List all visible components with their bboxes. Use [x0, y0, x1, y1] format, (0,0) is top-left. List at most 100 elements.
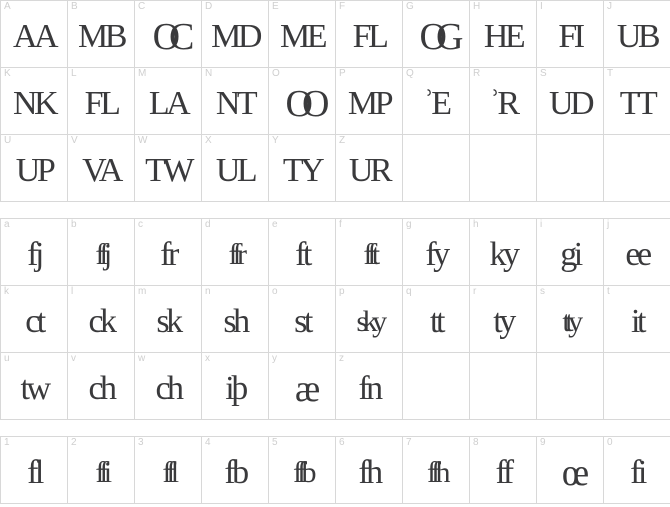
cell-glyph: iþ [225, 370, 248, 407]
glyph-cell[interactable]: R ʾR [470, 68, 537, 135]
glyph-cell[interactable]: K NK [1, 68, 68, 135]
glyph-cell[interactable]: Q ʾE [403, 68, 470, 135]
glyph-cell[interactable]: W TW [135, 135, 202, 202]
cell-glyph: HE [483, 18, 526, 55]
glyph-cell[interactable]: Z UR [336, 135, 403, 202]
glyph-cell[interactable]: A AA [1, 1, 68, 68]
glyph-cell[interactable]: P MP [336, 68, 403, 135]
cell-glyph: œ [561, 452, 589, 494]
glyph-cell[interactable]: I FI [537, 1, 604, 68]
glyph-cell-empty [470, 135, 537, 202]
glyph-cell[interactable]: B MB [68, 1, 135, 68]
glyph-cell[interactable]: c fr [135, 219, 202, 286]
glyph-cell[interactable]: h ky [470, 219, 537, 286]
glyph-cell[interactable]: p sky [336, 286, 403, 353]
cell-glyph [403, 353, 469, 419]
cell-glyph: ty [493, 303, 516, 340]
cell-glyph: fh [358, 454, 383, 491]
glyph-cell[interactable]: u tw [1, 353, 68, 420]
glyph-cell[interactable]: g fy [403, 219, 470, 286]
glyph-cell[interactable]: 3 ffl [135, 437, 202, 504]
glyph-grid-lowercase: a fj b ffj c fr d ffr e ft f fft g fy h ky i gi j ee k ct l ck m… [0, 218, 670, 420]
glyph-cell[interactable]: b ffj [68, 219, 135, 286]
glyph-cell[interactable]: U UP [1, 135, 68, 202]
glyph-cell[interactable]: d ffr [202, 219, 269, 286]
glyph-cell-empty [470, 353, 537, 420]
glyph-cell[interactable]: o st [269, 286, 336, 353]
glyph-cell[interactable]: 7 ffh [403, 437, 470, 504]
glyph-cell[interactable]: n sh [202, 286, 269, 353]
glyph-cell[interactable]: 4 fb [202, 437, 269, 504]
glyph-cell[interactable]: 9œ [537, 437, 604, 504]
glyph-cell[interactable]: 2 ffi [68, 437, 135, 504]
glyph-cell[interactable]: V VA [68, 135, 135, 202]
cell-glyph: sky [356, 305, 387, 338]
glyph-cell[interactable]: Y TY [269, 135, 336, 202]
cell-glyph: ffh [427, 456, 450, 489]
glyph-cell[interactable]: O OO [269, 68, 336, 135]
glyph-cell[interactable]: M LA [135, 68, 202, 135]
cell-glyph: ky [489, 236, 521, 273]
glyph-cell[interactable]: x iþ [202, 353, 269, 420]
cell-glyph: st [294, 303, 313, 340]
glyph-cell[interactable]: C OC [135, 1, 202, 68]
glyph-cell[interactable]: r ty [470, 286, 537, 353]
cell-glyph [470, 353, 536, 419]
cell-glyph: tty [562, 305, 583, 338]
cell-glyph: fl [27, 454, 44, 491]
glyph-cell[interactable]: j ee [604, 219, 670, 286]
glyph-cell[interactable]: 1 fl [1, 437, 68, 504]
glyph-cell-empty [403, 135, 470, 202]
glyph-cell[interactable]: E ME [269, 1, 336, 68]
cell-glyph [604, 135, 670, 201]
cell-glyph: fn [358, 370, 383, 407]
glyph-cell[interactable]: w ch [135, 353, 202, 420]
cell-glyph: fy [425, 236, 450, 273]
glyph-cell[interactable]: L FL [68, 68, 135, 135]
glyph-cell[interactable]: D MD [202, 1, 269, 68]
glyph-cell[interactable]: z fn [336, 353, 403, 420]
glyph-cell[interactable]: yæ [269, 353, 336, 420]
glyph-cell[interactable]: H HE [470, 1, 537, 68]
cell-glyph: ʾR [489, 85, 521, 122]
glyph-cell[interactable]: J UB [604, 1, 670, 68]
glyph-cell[interactable]: e ft [269, 219, 336, 286]
cell-glyph: TT [619, 85, 658, 122]
glyph-cell[interactable]: f fft [336, 219, 403, 286]
glyph-cell-empty [537, 135, 604, 202]
glyph-cell[interactable]: i gi [537, 219, 604, 286]
glyph-cell[interactable]: X UL [202, 135, 269, 202]
cell-glyph: ʾE [423, 85, 452, 122]
glyph-cell[interactable]: l ck [68, 286, 135, 353]
cell-glyph: UR [348, 152, 393, 189]
cell-glyph: ff [495, 454, 514, 491]
glyph-cell[interactable]: t it [604, 286, 670, 353]
glyph-cell[interactable]: m sk [135, 286, 202, 353]
glyph-grid-numeric: 1 fl 2 ffi 3 ffl 4 fb 5 ffb 6 fh 7 ffh 8 ff 9 œ 0 fi [0, 436, 670, 504]
cell-glyph: TY [282, 152, 325, 189]
glyph-cell[interactable]: a fj [1, 219, 68, 286]
glyph-cell[interactable]: F FL [336, 1, 403, 68]
glyph-grid-page: A AA B MB C OC D MD E ME F FL G OG H HE I FI J UB K NK L FL M LA N… [0, 0, 670, 507]
cell-glyph: OG [419, 16, 464, 58]
glyph-cell[interactable]: 5 ffb [269, 437, 336, 504]
cell-glyph: fb [224, 454, 249, 491]
glyph-cell[interactable]: 8 ff [470, 437, 537, 504]
cell-glyph: ee [625, 236, 652, 273]
cell-glyph [403, 135, 469, 201]
cell-glyph: MP [347, 85, 394, 122]
glyph-cell[interactable]: G OG [403, 1, 470, 68]
cell-glyph: AA [12, 18, 59, 55]
glyph-cell[interactable]: v ch [68, 353, 135, 420]
glyph-cell[interactable]: 6 fh [336, 437, 403, 504]
cell-glyph: ch [155, 370, 184, 407]
glyph-cell[interactable]: q tt [403, 286, 470, 353]
cell-glyph: æ [294, 368, 320, 410]
glyph-cell[interactable]: k ct [1, 286, 68, 353]
glyph-cell[interactable]: S UD [537, 68, 604, 135]
glyph-cell[interactable]: 0 fi [604, 437, 670, 504]
glyph-cell[interactable]: s tty [537, 286, 604, 353]
glyph-cell[interactable]: T TT [604, 68, 670, 135]
glyph-cell-empty [604, 135, 670, 202]
glyph-cell[interactable]: N NT [202, 68, 269, 135]
